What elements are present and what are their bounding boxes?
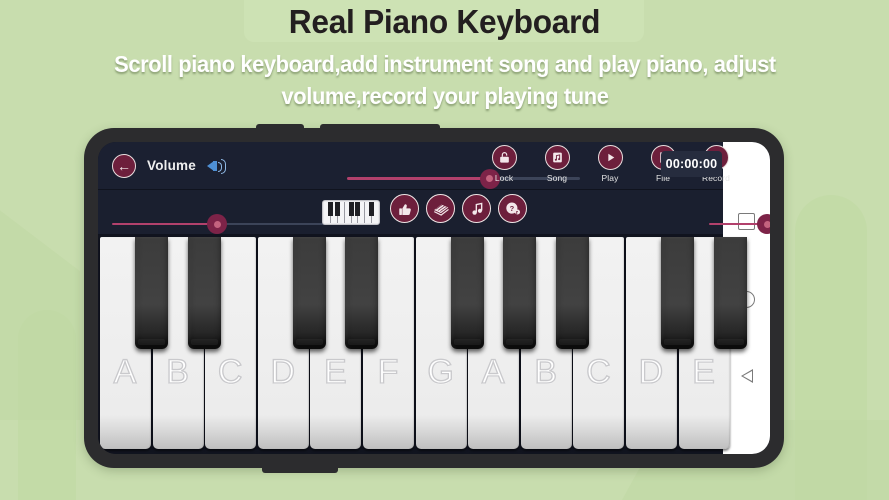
black-keys-row [98,237,747,355]
piano-black-key[interactable] [713,237,747,349]
piano-key-label: G [427,352,455,391]
lock-button[interactable]: Lock [482,145,526,183]
piano-black-key[interactable] [345,237,379,349]
phone-top-notch-large [320,124,440,132]
piano-black-key[interactable] [187,237,221,349]
record-timer: 00:00:00 [661,151,722,177]
phone-mockup: ← Volume Lock Song Play File Record 00:0… [84,124,784,473]
piano-key-label: B [166,352,190,391]
lock-label: Lock [494,173,514,183]
piano-key-label: D [638,352,665,391]
thumbs-up-icon[interactable] [390,194,419,223]
music-note-icon[interactable] [462,194,491,223]
piano-key-label: A [113,352,138,391]
bg-shape-pillar-right [795,195,867,500]
instrument-buttons: ? [390,194,527,223]
bg-shape-pillar-left [18,310,76,500]
piano-key-label: C [217,352,244,391]
piano-key-label: E [692,352,716,391]
help-icon[interactable]: ? [498,194,527,223]
svg-text:?: ? [509,203,514,212]
page-subtitle: Scroll piano keyboard,add instrument son… [113,51,776,109]
back-icon[interactable]: ← [112,153,136,178]
song-label: Song [546,173,568,183]
volume-slider-fill [346,177,490,180]
song-button[interactable]: Song [535,145,579,183]
piano-icon[interactable] [426,194,455,223]
left-slider-rest [217,222,332,226]
piano-key-label: C [585,352,612,391]
piano-black-key[interactable] [450,237,484,349]
triangle-back-icon[interactable] [740,369,753,384]
phone-bottom-notch [262,465,338,473]
right-slider[interactable] [709,214,770,234]
app-screen: ← Volume Lock Song Play File Record 00:0… [98,142,770,454]
play-button[interactable]: Play [588,145,632,183]
left-slider-fill [112,222,217,226]
volume-label: Volume [147,158,196,173]
piano-key-label: E [323,352,348,391]
piano-key-label: F [377,352,400,391]
piano-black-key[interactable] [661,237,694,349]
piano-key-label: A [481,352,506,391]
play-label: Play [601,173,619,183]
top-toolbar: ← Volume Lock Song Play File Record 00:0… [98,142,730,190]
left-slider-knob[interactable] [207,214,227,234]
piano-black-key[interactable] [135,237,168,349]
song-icon[interactable] [544,145,570,170]
mini-keyboard-icon[interactable] [322,200,380,225]
play-icon[interactable] [597,145,623,170]
page-title: Real Piano Keyboard [288,3,601,40]
header: Real Piano Keyboard Scroll piano keyboar… [0,0,889,112]
phone-screen: ← Volume Lock Song Play File Record 00:0… [98,142,770,454]
piano-black-key[interactable] [503,237,537,349]
second-toolbar: ? [98,190,770,235]
piano-key-label: B [534,352,559,391]
phone-top-notch-small [256,124,304,132]
piano-keyboard: ABCDEFGABCDE [98,235,747,454]
lock-icon[interactable] [491,145,517,170]
right-slider-knob[interactable] [757,214,770,234]
speaker-icon [206,158,227,174]
piano-black-key[interactable] [292,237,326,349]
left-slider[interactable] [112,214,332,234]
piano-key-label: D [270,352,297,391]
piano-black-key[interactable] [555,237,589,349]
